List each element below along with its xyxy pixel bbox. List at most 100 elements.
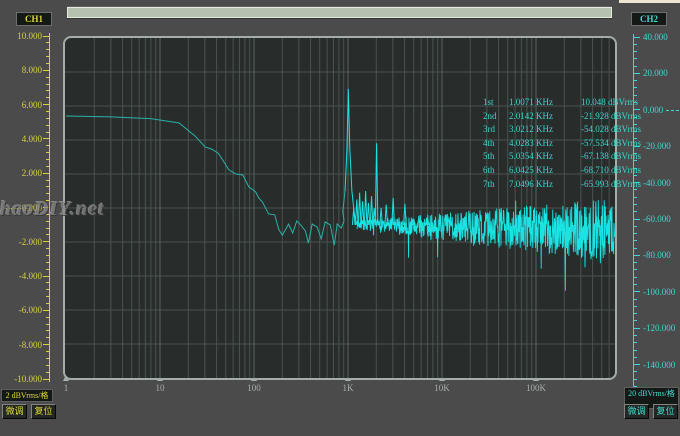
ch1-buttons: 微调 复位 [2,404,56,419]
ch1-scale-setting: 2 dBVrms/格 [1,389,53,402]
harmonic-freq: 1.0071 KHz [509,96,581,110]
harmonic-row: 6th6.0425 KHz-68.710 dBVrms [483,164,641,178]
ch2-ruler-tick-minor [634,299,637,300]
ch1-ruler-tick-minor [46,97,49,98]
ch1-ruler-tick-label: 4.000 [2,135,42,144]
ch1-ruler-tick-minor [46,234,49,235]
ch1-ruler-tick-minor [46,269,49,270]
harmonic-freq: 4.0283 KHz [509,137,581,151]
ch1-ruler-tick-major [43,276,49,277]
ch2-ruler-tick-label: 0.000 [643,106,663,115]
ch1-ruler-tick-major [43,70,49,71]
ch1-ruler-tick-minor [46,49,49,50]
spectrum-plot: 1st1.0071 KHz10.048 dBVrms2nd2.0142 KHz-… [63,36,617,380]
harmonic-freq: 5.0354 KHz [509,150,581,164]
harmonic-freq: 2.0142 KHz [509,110,581,124]
harmonic-level: -65.993 dBVrms [581,178,641,192]
ch1-ruler-tick-label: -6.000 [2,306,42,315]
ch1-ruler-tick-minor [46,77,49,78]
ch1-ruler-tick-minor [46,159,49,160]
ch2-ruler-tick-minor [634,240,637,241]
harmonic-level: -21.928 dBVrms [581,110,641,124]
ch1-ruler-tick-minor [46,337,49,338]
ch1-ruler-tick-major [43,207,49,208]
harmonic-rank: 7th [483,178,509,192]
ch2-ruler-tick-minor [634,357,637,358]
ch2-ruler-tick-minor [634,204,637,205]
harmonic-freq: 7.0496 KHz [509,178,581,192]
ch1-ruler-tick-minor [46,180,49,181]
ch2-ruler-tick-minor [634,66,637,67]
x-axis-label: 10 [142,383,178,393]
ch1-ruler-tick-minor [46,111,49,112]
ch1-ruler-tick-minor [46,289,49,290]
ch1-ruler-tick-major [43,310,49,311]
ch1-ruler-tick-minor [46,90,49,91]
harmonic-freq: 3.0212 KHz [509,123,581,137]
ch1-ruler-tick-minor [46,214,49,215]
harmonic-freq: 6.0425 KHz [509,164,581,178]
ch1-ruler-tick-minor [46,372,49,373]
harmonic-row: 7th7.0496 KHz-65.993 dBVrms [483,178,641,192]
x-axis-label: 1K [330,383,366,393]
ch1-ruler-tick-minor [46,358,49,359]
ch2-ruler-tick-minor [634,226,637,227]
ch2-ruler-tick-minor [634,320,637,321]
ch2-ruler-tick-minor [634,277,637,278]
ch1-ruler-tick-minor [46,152,49,153]
ch2-ruler-tick-minor [634,350,637,351]
harmonic-rank: 4th [483,137,509,151]
ch2-ruler-tick-major [634,219,640,220]
ch2-ruler-tick-label: -80.000 [643,251,671,260]
ch1-ruler-tick-minor [46,282,49,283]
ch2-ruler-tick-major [634,37,640,38]
ch2-ruler-tick-minor [634,51,637,52]
ch2-ruler-tick-minor [634,87,637,88]
ch1-ruler-tick-major [43,36,49,37]
progress-bar [67,7,612,18]
harmonic-level: 10.048 dBVrms [581,96,638,110]
ch2-ruler-tick-minor [634,269,637,270]
ch1-zero-marker [4,208,28,209]
ch2-ruler-tick-label: -140.000 [643,361,675,370]
ch1-ruler-tick-minor [46,221,49,222]
harmonic-rank: 5th [483,150,509,164]
ch1-ruler-tick-minor [46,248,49,249]
ch2-zero-marker [666,110,679,111]
ch1-ruler-tick-minor [46,186,49,187]
top-right-sliver [619,0,680,3]
ch2-ruler-tick-minor [634,233,637,234]
ch1-ruler-tick-label: 8.000 [2,66,42,75]
ch1-reset-button[interactable]: 复位 [31,404,56,419]
ch1-ruler-tick-minor [46,200,49,201]
ch1-ruler-tick-major [43,104,49,105]
ch1-fine-tune-button[interactable]: 微调 [2,404,27,419]
ch2-ruler-tick-minor [634,248,637,249]
harmonic-row: 3rd3.0212 KHz-54.028 dBVrms [483,123,641,137]
ch2-ruler-tick-minor [634,58,637,59]
ch1-ruler-tick-label: -10.000 [2,375,42,384]
x-axis-label: 10K [424,383,460,393]
harmonic-rank: 6th [483,164,509,178]
ch1-ruler-tick-minor [46,296,49,297]
ch1-ruler-tick-minor [46,145,49,146]
ch1-ruler-tick-label: 10.000 [2,32,42,41]
harmonic-row: 4th4.0283 KHz-57.534 dBVrms [483,137,641,151]
harmonic-level: -68.710 dBVrms [581,164,641,178]
ch2-ruler-tick-minor [634,379,637,380]
ch2-ruler-tick-minor [634,80,637,81]
ch2-fine-tune-button[interactable]: 微调 [624,404,649,419]
ch2-ruler-tick-major [634,364,640,365]
ch1-ruler-tick-label: -8.000 [2,341,42,350]
harmonic-row: 2nd2.0142 KHz-21.928 dBVrms [483,110,641,124]
ch1-ruler-tick-label: 2.000 [2,169,42,178]
ch1-ruler-tick-minor [46,63,49,64]
ch2-ruler-tick-minor [634,371,637,372]
x-axis-label: 100 [236,383,272,393]
ch1-ruler-tick-minor [46,193,49,194]
ch2-ruler-tick-major [634,328,640,329]
ch2-ruler-tick-minor [634,211,637,212]
ch2-reset-button[interactable]: 复位 [653,404,678,419]
ch1-ruler-tick-minor [46,262,49,263]
ch2-ruler-tick-minor [634,44,637,45]
